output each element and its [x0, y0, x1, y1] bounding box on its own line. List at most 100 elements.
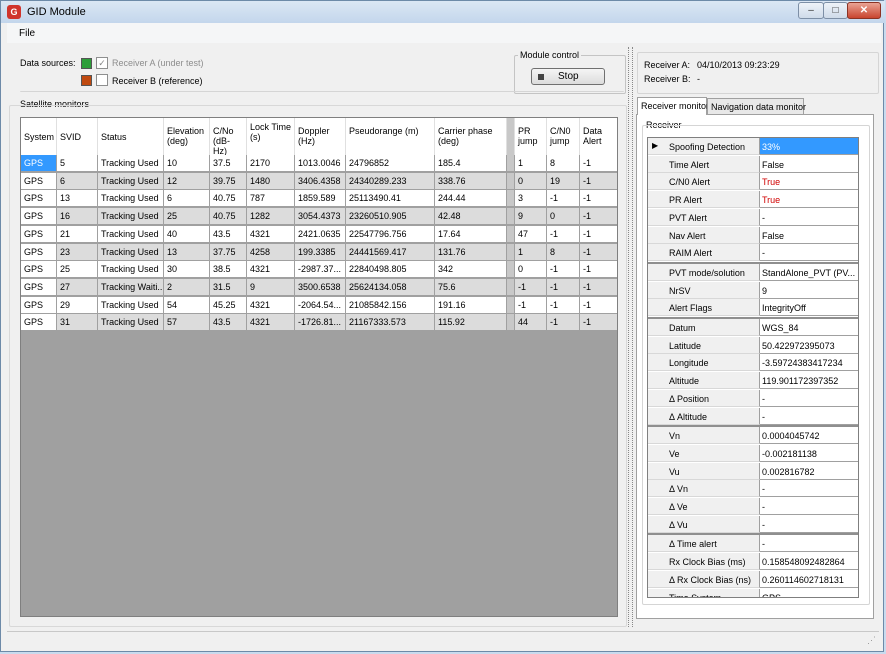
- cell-elevation[interactable]: 12: [164, 172, 210, 190]
- property-value[interactable]: -: [760, 535, 858, 553]
- cell-status[interactable]: Tracking Used: [98, 296, 164, 314]
- col-header-system[interactable]: System: [21, 118, 57, 155]
- cell-data-alert[interactable]: -1: [580, 261, 617, 279]
- property-value[interactable]: False: [760, 226, 858, 244]
- property-value[interactable]: -: [760, 498, 858, 515]
- cell-cno[interactable]: 37.5: [210, 155, 247, 172]
- property-value[interactable]: -: [760, 480, 858, 498]
- cell-cn0-jump[interactable]: -1: [547, 225, 580, 243]
- cell-pr-jump[interactable]: 1: [515, 155, 547, 172]
- cell-elevation[interactable]: 57: [164, 314, 210, 332]
- cell-cno[interactable]: 38.5: [210, 261, 247, 279]
- table-row[interactable]: GPS 21 Tracking Used 40 43.5 4321 2421.0635 225…: [21, 225, 617, 244]
- cell-elevation[interactable]: 6: [164, 190, 210, 208]
- cell-pseudorange[interactable]: 21167333.573: [346, 314, 435, 332]
- property-row[interactable]: PR Alert True: [648, 191, 858, 209]
- property-row[interactable]: Longitude -3.59724383417234: [648, 354, 858, 372]
- table-row[interactable]: GPS 6 Tracking Used 12 39.75 1480 3406.4358 243…: [21, 172, 617, 191]
- col-header-pr-jump[interactable]: PR jump: [515, 118, 547, 155]
- property-value[interactable]: -: [760, 515, 858, 533]
- cell-pseudorange[interactable]: 23260510.905: [346, 208, 435, 226]
- property-row[interactable]: Time Alert False: [648, 155, 858, 173]
- cell-data-alert[interactable]: -1: [580, 155, 617, 172]
- cell-system[interactable]: GPS: [21, 225, 57, 243]
- property-row[interactable]: Alert Flags IntegrityOff: [648, 299, 858, 317]
- receiver-a-checkbox[interactable]: ✓: [96, 57, 108, 69]
- cell-system[interactable]: GPS: [21, 278, 57, 296]
- col-header-svid[interactable]: SVID: [57, 118, 98, 155]
- cell-data-alert[interactable]: -1: [580, 208, 617, 226]
- cell-cno[interactable]: 40.75: [210, 190, 247, 208]
- cell-system[interactable]: GPS: [21, 172, 57, 190]
- receiver-property-grid[interactable]: Spoofing Detection 33% ▶ Time Alert False C/N…: [647, 137, 859, 598]
- property-value[interactable]: 33%: [760, 138, 858, 155]
- cell-data-alert[interactable]: -1: [580, 314, 617, 332]
- cell-pr-jump[interactable]: 44: [515, 314, 547, 332]
- cell-data-alert[interactable]: -1: [580, 225, 617, 243]
- cell-pr-jump[interactable]: 47: [515, 225, 547, 243]
- property-row[interactable]: Nav Alert False: [648, 226, 858, 244]
- cell-status[interactable]: Tracking Used: [98, 314, 164, 332]
- cell-lock-time[interactable]: 4321: [247, 296, 295, 314]
- cell-status[interactable]: Tracking Used: [98, 155, 164, 172]
- table-row[interactable]: GPS 23 Tracking Used 13 37.75 4258 199.3385 244…: [21, 243, 617, 262]
- cell-pseudorange[interactable]: 22547796.756: [346, 225, 435, 243]
- cell-pseudorange[interactable]: 24340289.233: [346, 172, 435, 190]
- cell-system[interactable]: GPS: [21, 296, 57, 314]
- cell-pseudorange[interactable]: 21085842.156: [346, 296, 435, 314]
- cell-cn0-jump[interactable]: 0: [547, 208, 580, 226]
- property-row[interactable]: Δ Rx Clock Bias (ns) 0.260114602718131: [648, 570, 858, 588]
- table-row[interactable]: GPS 31 Tracking Used 57 43.5 4321 -1726.81... 2…: [21, 314, 617, 332]
- property-row[interactable]: PVT mode/solution StandAlone_PVT (PV...: [648, 263, 858, 281]
- property-row[interactable]: Δ Vu -: [648, 515, 858, 533]
- cell-doppler[interactable]: -2987.37...: [295, 261, 346, 279]
- cell-data-alert[interactable]: -1: [580, 172, 617, 190]
- cell-pr-jump[interactable]: 1: [515, 243, 547, 261]
- cell-lock-time[interactable]: 9: [247, 278, 295, 296]
- cell-carrier-phase[interactable]: 342: [435, 261, 507, 279]
- table-row[interactable]: GPS 5 Tracking Used 10 37.5 2170 1013.0046 2479…: [21, 155, 617, 173]
- cell-cn0-jump[interactable]: 8: [547, 243, 580, 261]
- col-header-cno[interactable]: C/No (dB-Hz): [210, 118, 247, 155]
- cell-elevation[interactable]: 54: [164, 296, 210, 314]
- property-row[interactable]: Δ Ve -: [648, 498, 858, 515]
- property-row[interactable]: Latitude 50.422972395073: [648, 336, 858, 354]
- property-row[interactable]: Δ Time alert -: [648, 535, 858, 553]
- property-value[interactable]: False: [760, 155, 858, 173]
- cell-data-alert[interactable]: -1: [580, 243, 617, 261]
- cell-svid[interactable]: 6: [57, 172, 98, 190]
- property-row[interactable]: Δ Position -: [648, 389, 858, 407]
- property-row[interactable]: Altitude 119.901172397352: [648, 372, 858, 390]
- cell-cn0-jump[interactable]: 19: [547, 172, 580, 190]
- satellite-grid[interactable]: System SVID Status Elevation (deg) C/No …: [20, 117, 618, 617]
- cell-cno[interactable]: 45.25: [210, 296, 247, 314]
- col-header-cn0-jump[interactable]: C/N0 jump: [547, 118, 580, 155]
- cell-carrier-phase[interactable]: 191.16: [435, 296, 507, 314]
- property-value[interactable]: 0.260114602718131: [760, 570, 858, 588]
- cell-pr-jump[interactable]: 3: [515, 190, 547, 208]
- cell-doppler[interactable]: 3406.4358: [295, 172, 346, 190]
- cell-data-alert[interactable]: -1: [580, 296, 617, 314]
- cell-cno[interactable]: 43.5: [210, 225, 247, 243]
- cell-lock-time[interactable]: 4321: [247, 225, 295, 243]
- cell-doppler[interactable]: 3500.6538: [295, 278, 346, 296]
- panel-splitter[interactable]: [628, 47, 633, 627]
- cell-status[interactable]: Tracking Used: [98, 261, 164, 279]
- property-row[interactable]: RAIM Alert -: [648, 244, 858, 262]
- cell-data-alert[interactable]: -1: [580, 278, 617, 296]
- cell-system[interactable]: GPS: [21, 208, 57, 226]
- property-value[interactable]: -0.002181138: [760, 444, 858, 462]
- property-value[interactable]: 0.158548092482864: [760, 553, 858, 571]
- cell-cno[interactable]: 37.75: [210, 243, 247, 261]
- cell-lock-time[interactable]: 2170: [247, 155, 295, 172]
- table-row[interactable]: GPS 13 Tracking Used 6 40.75 787 1859.589 25113…: [21, 190, 617, 208]
- property-row[interactable]: Δ Altitude -: [648, 407, 858, 425]
- cell-lock-time[interactable]: 787: [247, 190, 295, 208]
- cell-carrier-phase[interactable]: 115.92: [435, 314, 507, 332]
- cell-carrier-phase[interactable]: 244.44: [435, 190, 507, 208]
- table-row[interactable]: GPS 25 Tracking Used 30 38.5 4321 -2987.37... 2…: [21, 261, 617, 279]
- cell-doppler[interactable]: -2064.54...: [295, 296, 346, 314]
- cell-pseudorange[interactable]: 22840498.805: [346, 261, 435, 279]
- cell-system[interactable]: GPS: [21, 155, 57, 172]
- table-row[interactable]: GPS 16 Tracking Used 25 40.75 1282 3054.4373 23…: [21, 208, 617, 226]
